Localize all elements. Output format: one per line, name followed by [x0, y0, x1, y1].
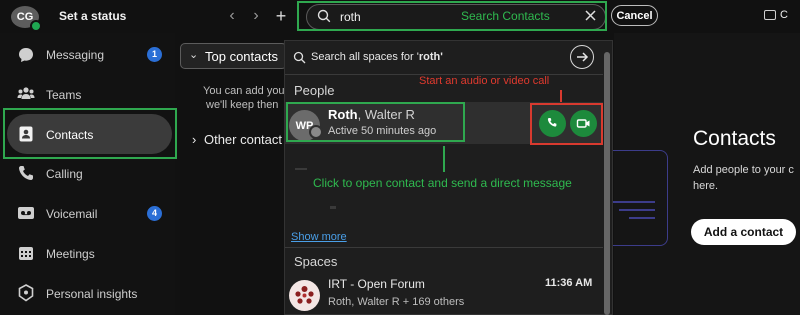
call-annotation: Start an audio or video call: [419, 75, 550, 87]
empty-state-text: we'll keep then: [206, 99, 279, 111]
sidebar-item-voicemail[interactable]: Voicemail 4: [0, 196, 175, 230]
go-arrow-button[interactable]: [570, 45, 594, 69]
space-name[interactable]: IRT - Open Forum: [328, 277, 425, 291]
spaces-section-heading: Spaces: [294, 254, 338, 269]
sidebar-item-label: Voicemail: [46, 207, 98, 221]
add-contact-button[interactable]: Add a contact: [691, 219, 796, 245]
sidebar-item-label: Messaging: [46, 48, 105, 62]
group-icon: [295, 286, 314, 304]
phone-icon: [19, 166, 33, 180]
voicemail-icon: [18, 207, 34, 219]
divider: [285, 247, 603, 248]
space-avatar[interactable]: [289, 280, 320, 311]
empty-state-text: You can add you: [203, 85, 285, 97]
other-contacts-toggle[interactable]: › Other contact: [192, 132, 282, 147]
message-annotation: Click to open contact and send a direct …: [313, 176, 572, 190]
arrow-right-icon: [577, 52, 589, 62]
sidebar-item-calling[interactable]: Calling: [0, 156, 175, 190]
page-title: Contacts: [693, 127, 776, 150]
top-contacts-toggle[interactable]: ⌄ Top contacts: [180, 43, 287, 69]
sidebar-item-messaging[interactable]: Messaging 1: [0, 37, 175, 71]
top-right-label[interactable]: C: [780, 9, 788, 21]
call-buttons-highlight: [530, 103, 603, 145]
other-contacts-label: Other contact: [203, 132, 283, 147]
sidebar-item-meetings[interactable]: Meetings: [0, 236, 175, 270]
sidebar-item-teams[interactable]: Teams: [0, 77, 175, 111]
insights-icon: [18, 284, 34, 302]
search-icon: [293, 51, 306, 64]
add-icon[interactable]: +: [272, 7, 290, 25]
sidebar-item-label: Meetings: [46, 247, 95, 261]
sidebar-item-personal-insights[interactable]: Personal insights: [0, 276, 175, 310]
sidebar-item-label: Calling: [46, 167, 83, 181]
space-members: Roth, Walter R + 169 others: [328, 296, 465, 308]
dropdown-scrollbar[interactable]: [604, 52, 610, 315]
sidebar-item-label: Teams: [46, 88, 82, 102]
chevron-down-icon: ⌄: [189, 49, 199, 61]
faded-placeholder: [295, 168, 307, 170]
panel-description: Add people to your c: [693, 164, 794, 176]
set-status-button[interactable]: Set a status: [59, 9, 126, 23]
chat-bubble-icon: [19, 48, 33, 62]
people-group-icon: [17, 87, 35, 99]
faded-placeholder: [330, 206, 336, 209]
forward-arrow-icon[interactable]: ›: [247, 7, 265, 25]
back-arrow-icon[interactable]: ‹: [223, 7, 241, 25]
show-more-link[interactable]: Show more: [291, 231, 347, 243]
search-highlight: [297, 1, 607, 31]
top-contacts-label: Top contacts: [205, 49, 278, 64]
chevron-right-icon: ›: [192, 132, 197, 147]
window-icon[interactable]: [764, 10, 776, 20]
cancel-button[interactable]: Cancel: [611, 5, 658, 26]
sidebar-item-label: Personal insights: [46, 287, 138, 301]
message-annotation-pointer: [443, 146, 445, 172]
people-section-heading: People: [294, 83, 335, 98]
search-all-spaces-item[interactable]: Search all spaces for 'roth': [311, 51, 443, 63]
unread-badge: 1: [147, 47, 162, 62]
space-timestamp: 11:36 AM: [545, 277, 593, 289]
calendar-icon: [19, 247, 33, 260]
unread-badge: 4: [147, 206, 162, 221]
person-highlight: [286, 102, 465, 142]
panel-description: here.: [693, 180, 719, 192]
presence-indicator: [30, 20, 42, 32]
contacts-highlight: [3, 108, 177, 159]
